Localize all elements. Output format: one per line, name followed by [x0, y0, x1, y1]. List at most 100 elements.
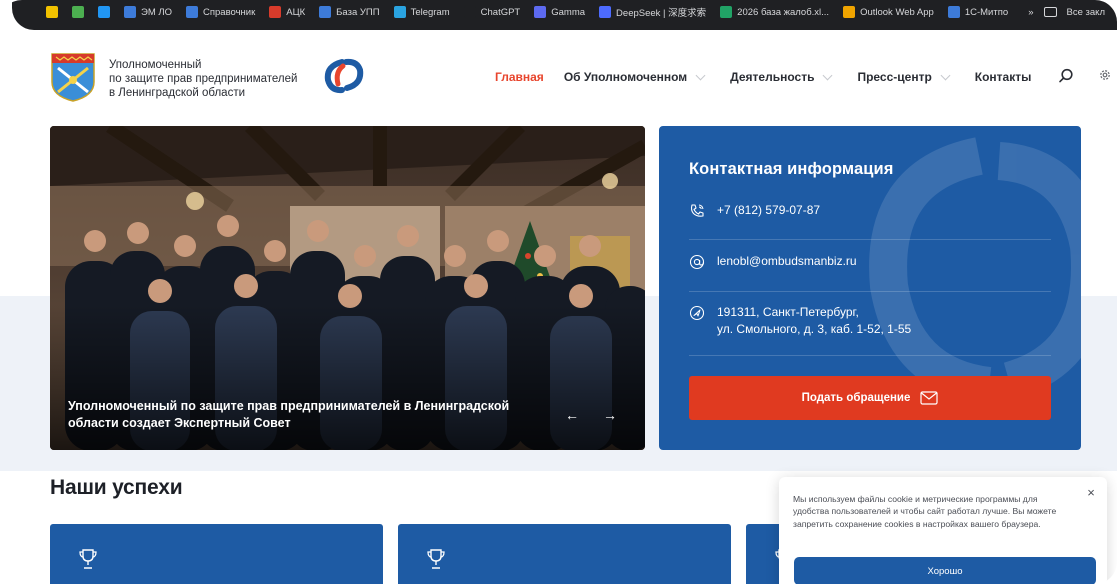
news-slider[interactable]: Уполномоченный по защите прав предприним… — [50, 126, 645, 450]
bookmark-favicon-icon — [463, 6, 476, 18]
divider — [689, 355, 1051, 356]
address-line: 191311, Санкт-Петербург, — [717, 305, 859, 319]
bookmark-label: Telegram — [410, 6, 450, 18]
submit-appeal-label: Подать обращение — [801, 392, 911, 404]
slider-next-button[interactable]: → — [601, 406, 619, 424]
email-link: lenobl@ombudsmanbiz.ru — [717, 254, 857, 268]
search-icon[interactable] — [1058, 68, 1074, 84]
close-icon[interactable]: × — [1085, 486, 1097, 499]
chevron-down-icon — [695, 70, 706, 80]
bookmark-favicon-icon — [599, 6, 612, 18]
bookmark-item[interactable] — [46, 6, 58, 18]
contact-title: Контактная информация — [689, 160, 894, 178]
bookmark-favicon-icon — [269, 6, 282, 18]
bookmark-item[interactable]: Справочник — [186, 6, 255, 18]
contact-phone[interactable]: +7 (812) 579-07-87 — [689, 202, 820, 219]
nav-item[interactable]: Деятельность — [730, 70, 833, 84]
bookmark-item[interactable] — [98, 6, 110, 18]
bookmark-favicon-icon — [843, 6, 856, 18]
org-name-line: в Ленинградской области — [109, 87, 246, 99]
bookmark-label: 1С-Митпо — [964, 6, 1009, 18]
divider — [689, 291, 1051, 292]
success-card[interactable] — [398, 524, 731, 584]
site-header: Уполномоченный по защите прав предприним… — [0, 30, 1117, 122]
nav-item[interactable]: Контакты — [975, 70, 1032, 84]
bookmarks-overflow-button[interactable]: » — [1028, 7, 1033, 18]
chevron-down-icon — [823, 70, 833, 80]
bookmark-item[interactable]: ChatGPT — [463, 6, 521, 18]
bookmark-favicon-icon — [393, 6, 406, 18]
successes-title: Наши успехи — [50, 476, 183, 499]
location-icon — [689, 305, 705, 321]
bookmark-item[interactable]: АЦК — [269, 6, 305, 18]
folder-icon — [1043, 7, 1057, 17]
bookmark-label: База УПП — [336, 6, 380, 18]
bookmark-item[interactable]: DeepSeek | 深度求索 — [599, 5, 706, 19]
contact-card: Контактная информация +7 (812) 579-07-87… — [659, 126, 1081, 450]
cookie-banner: Мы используем файлы cookie и метрические… — [779, 477, 1107, 584]
phone-icon — [690, 204, 704, 217]
bookmark-favicon-icon — [534, 6, 547, 18]
nav-item[interactable]: Пресс-центр — [857, 70, 951, 84]
success-card[interactable] — [50, 524, 383, 584]
browser-window: ЭМ ЛО Справочник АЦК База УПП Telegram ChatGP… — [0, 0, 1117, 584]
chevron-down-icon — [940, 70, 951, 80]
address-text: 191311, Санкт-Петербург, ул. Смольного, … — [717, 304, 911, 338]
bookmark-label: Outlook Web App — [860, 6, 934, 18]
bookmark-favicon-icon — [186, 6, 199, 18]
divider — [689, 239, 1051, 240]
bookmark-favicon-icon — [98, 6, 110, 18]
bookmark-favicon-icon — [124, 6, 136, 18]
trophy-icon — [79, 549, 97, 569]
envelope-icon — [920, 391, 938, 405]
nav-item[interactable]: Главная — [495, 70, 544, 84]
gear-icon[interactable] — [1098, 68, 1112, 82]
bookmark-label: Справочник — [203, 6, 256, 18]
submit-appeal-button[interactable]: Подать обращение — [689, 376, 1051, 420]
bookmarks-bar: ЭМ ЛО Справочник АЦК База УПП Telegram ChatGP… — [12, 0, 1117, 30]
trophy-icon — [427, 549, 445, 569]
org-name[interactable]: Уполномоченный по защите прав предприним… — [109, 58, 329, 100]
bookmark-label: 2026 база жалоб.xl... — [737, 6, 830, 18]
org-name-line: Уполномоченный — [109, 59, 202, 71]
bookmark-item[interactable]: 2026 база жалоб.xl... — [720, 6, 829, 18]
org-name-line: по защите прав предпринимателей — [109, 73, 298, 85]
slide-caption[interactable]: Уполномоченный по защите прав предприним… — [68, 398, 538, 432]
at-icon — [689, 254, 705, 270]
slider-prev-button[interactable]: ← — [563, 406, 581, 424]
bookmark-label: ChatGPT — [480, 6, 521, 18]
contact-address[interactable]: 191311, Санкт-Петербург, ул. Смольного, … — [689, 304, 911, 338]
bookmark-item[interactable] — [72, 6, 84, 18]
bookmark-favicon-icon — [319, 6, 332, 18]
phone-number: +7 (812) 579-07-87 — [717, 203, 821, 217]
nav-item-label: Главная — [495, 70, 544, 84]
bookmark-label: Gamma — [551, 6, 586, 18]
address-line: ул. Смольного, д. 3, каб. 1-52, 1-55 — [717, 322, 912, 336]
bookmark-item[interactable]: Telegram — [393, 6, 450, 18]
bookmark-label: DeepSeek | 深度求索 — [616, 8, 707, 19]
coat-of-arms-icon[interactable] — [50, 52, 96, 102]
bookmark-label: АЦК — [286, 6, 306, 18]
nav-item-label: Об Уполномоченном — [563, 70, 688, 84]
bookmarks-right: » Все закл — [1028, 7, 1105, 18]
bookmark-item[interactable]: Gamma — [534, 6, 585, 18]
all-bookmarks-link[interactable]: Все закл — [1067, 7, 1105, 18]
nav-item-label: Контакты — [974, 70, 1032, 84]
bookmark-item[interactable]: Outlook Web App — [843, 6, 934, 18]
contact-email[interactable]: lenobl@ombudsmanbiz.ru — [689, 253, 857, 270]
bookmark-favicon-icon — [46, 6, 58, 18]
bookmark-item[interactable]: 1С-Митпо — [947, 6, 1009, 18]
main-nav: Главная Об Уполномоченном Деятельность Прес… — [495, 70, 1057, 84]
nav-item[interactable]: Об Уполномоченном — [563, 70, 706, 84]
nav-item-label: Пресс-центр — [857, 70, 932, 84]
ombudsman-logo-icon[interactable] — [322, 58, 366, 94]
bookmark-item[interactable]: ЭМ ЛО — [124, 6, 172, 18]
bookmark-favicon-icon — [720, 6, 733, 18]
bookmark-label: ЭМ ЛО — [141, 6, 173, 18]
cookie-text: Мы используем файлы cookie и метрические… — [793, 494, 1057, 529]
bookmark-item[interactable]: База УПП — [319, 6, 380, 18]
nav-item-label: Деятельность — [730, 70, 815, 84]
cookie-accept-button[interactable]: Хорошо — [794, 557, 1096, 584]
bookmark-favicon-icon — [72, 6, 84, 18]
bookmark-favicon-icon — [947, 6, 960, 18]
